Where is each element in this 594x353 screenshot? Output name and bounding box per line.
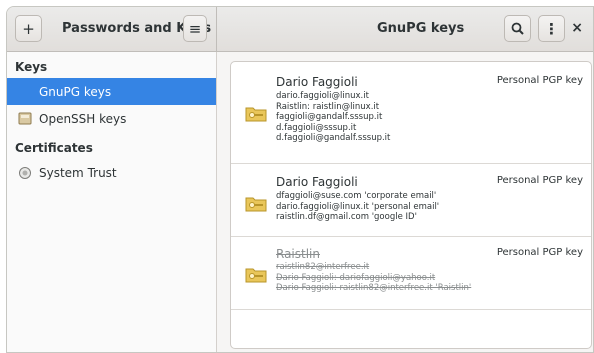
search-icon xyxy=(511,22,524,35)
header-bar: + Passwords and Keys ≡ GnuPG keys ⋮ × xyxy=(7,7,593,52)
key-row[interactable]: Dario Faggioli dario.faggioli@linux.it R… xyxy=(231,62,591,164)
app-window: + Passwords and Keys ≡ GnuPG keys ⋮ × Ke… xyxy=(6,6,594,353)
key-identity: Dario Faggioli: raistlin82@interfree.it … xyxy=(276,283,472,293)
more-options-button[interactable]: ⋮ xyxy=(538,15,565,42)
add-button[interactable]: + xyxy=(15,15,42,42)
key-identity: dario.faggioli@linux.it xyxy=(276,91,369,101)
sidebar-item-label: OpenSSH keys xyxy=(39,111,127,126)
key-list-pane: Dario Faggioli dario.faggioli@linux.it R… xyxy=(217,52,593,352)
pgp-key-icon xyxy=(245,107,267,122)
hamburger-icon: ≡ xyxy=(188,19,202,38)
key-identities: dfaggioli@suse.com 'corporate email' dar… xyxy=(276,191,439,223)
key-identity: d.faggioli@sssup.it xyxy=(276,122,357,133)
pgp-key-icon xyxy=(245,268,267,283)
search-button[interactable] xyxy=(504,15,531,42)
key-row[interactable]: Dario Faggioli dfaggioli@suse.com 'corpo… xyxy=(231,164,591,237)
key-type: Personal PGP key xyxy=(496,75,583,86)
key-identity: dario.faggioli@linux.it 'personal email' xyxy=(276,201,440,212)
key-type: Personal PGP key xyxy=(496,175,583,186)
key-owner-name: Raistlin xyxy=(276,247,320,261)
sidebar-item-label: System Trust xyxy=(39,165,117,180)
certificate-icon xyxy=(17,165,33,181)
key-identity: d.faggioli@gandalf.sssup.it xyxy=(276,133,391,143)
key-owner-name: Dario Faggioli xyxy=(276,175,358,189)
key-identity: Dario Faggioli: dariofaggioli@yahoo.it xyxy=(276,272,436,283)
content-header: GnuPG keys ⋮ × xyxy=(217,7,593,51)
key-identity: raistlin.df@gmail.com 'google ID' xyxy=(276,212,417,222)
key-identity: faggioli@gandalf.sssup.it xyxy=(276,112,383,122)
key-owner-name: Dario Faggioli xyxy=(276,75,358,89)
key-identities: raistlin82@interfree.it Dario Faggioli: … xyxy=(276,262,471,294)
close-button[interactable]: × xyxy=(571,20,583,36)
key-identities: dario.faggioli@linux.it Raistlin: raistl… xyxy=(276,91,390,144)
key-identity: raistlin82@interfree.it xyxy=(276,262,370,272)
close-icon: × xyxy=(571,20,583,36)
sidebar-item-openssh-keys[interactable]: OpenSSH keys xyxy=(7,105,216,132)
key-identity: Raistlin: raistlin@linux.it xyxy=(276,101,380,112)
sidebar-item-system-trust[interactable]: System Trust xyxy=(7,159,216,186)
vertical-dots-icon: ⋮ xyxy=(544,19,559,38)
keys-section-heading: Keys xyxy=(15,60,48,74)
key-row[interactable]: Raistlin raistlin82@interfree.it Dario F… xyxy=(231,237,591,310)
sidebar-item-gnupg-keys[interactable]: GnuPG keys xyxy=(7,78,216,105)
sidebar: Keys GnuPG keys OpenSSH keys Certificate… xyxy=(7,52,217,352)
key-list: Dario Faggioli dario.faggioli@linux.it R… xyxy=(230,61,592,349)
key-type: Personal PGP key xyxy=(496,247,583,258)
plus-icon: + xyxy=(22,19,35,38)
view-title: GnuPG keys xyxy=(377,21,465,36)
sidebar-item-label: GnuPG keys xyxy=(39,84,112,99)
main-menu-button[interactable]: ≡ xyxy=(183,15,207,42)
openssh-key-icon xyxy=(17,111,33,127)
sidebar-header: + Passwords and Keys ≡ xyxy=(7,7,217,51)
pgp-key-icon xyxy=(245,197,267,212)
gnupg-key-icon xyxy=(17,84,33,100)
certificates-section-heading: Certificates xyxy=(15,141,93,155)
key-identity: dfaggioli@suse.com 'corporate email' xyxy=(276,191,437,201)
